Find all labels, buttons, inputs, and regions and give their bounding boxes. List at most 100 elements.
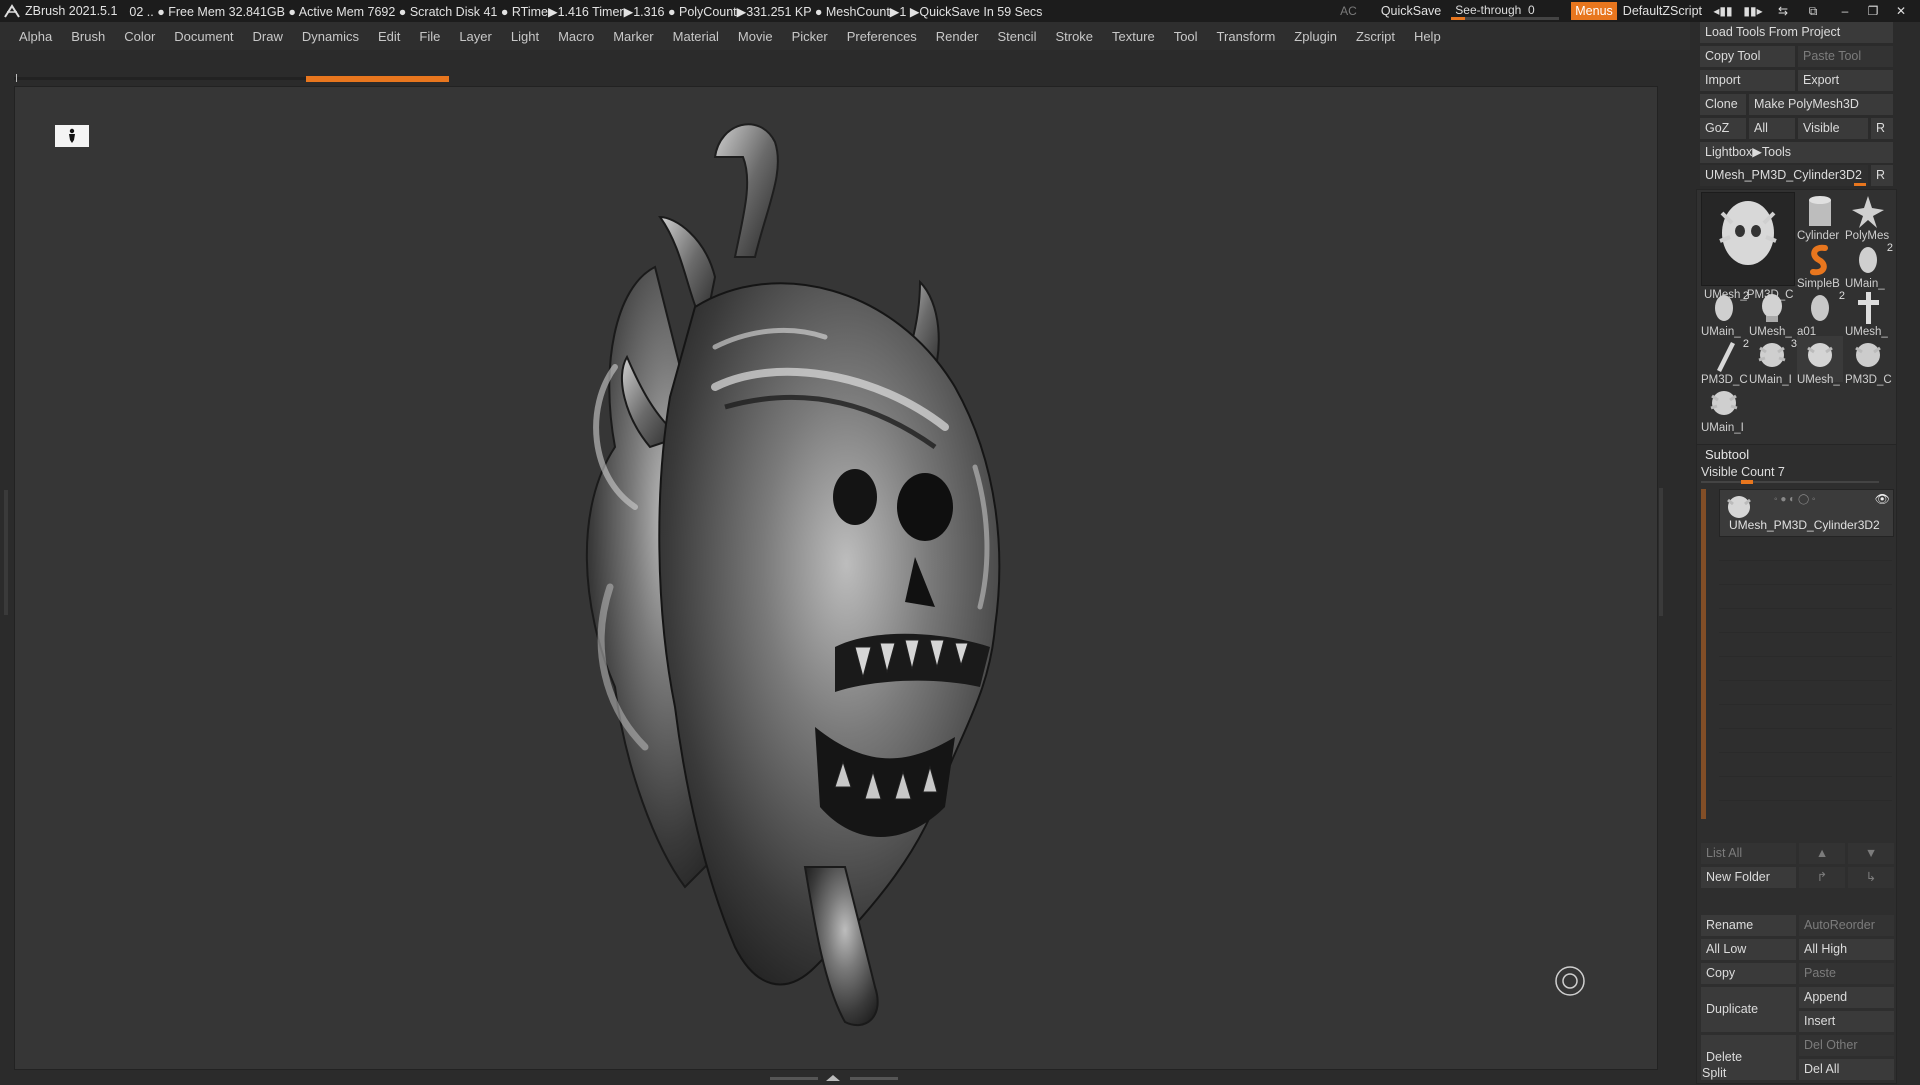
autoreorder-button[interactable]: AutoReorder	[1799, 915, 1894, 936]
export-button[interactable]: Export	[1798, 70, 1893, 91]
goz-all-button[interactable]: All	[1749, 118, 1795, 139]
document-canvas[interactable]	[14, 86, 1658, 1070]
tool-thumb-pm3d-2[interactable]: PM3D_C	[1845, 336, 1892, 386]
ui-layout-left-icon[interactable]: ◂▮▮	[1712, 3, 1734, 19]
append-button[interactable]: Append	[1799, 987, 1894, 1008]
tool-thumb-umain-i-2[interactable]: UMain_I	[1701, 384, 1747, 434]
menu-document[interactable]: Document	[162, 29, 240, 44]
insert-button[interactable]: Insert	[1799, 1011, 1894, 1032]
menu-layer[interactable]: Layer	[447, 29, 499, 44]
ac-button[interactable]: AC	[1340, 4, 1357, 18]
progress-bar-fill	[306, 76, 449, 82]
move-up-folder-icon[interactable]: ↱	[1799, 867, 1845, 888]
list-all-button[interactable]: List All	[1701, 843, 1796, 864]
gizmo-target-icon[interactable]	[1554, 965, 1586, 997]
visible-count-label: Visible Count 7	[1701, 465, 1785, 479]
tool-thumb-umesh-cross[interactable]: UMesh_	[1845, 288, 1891, 338]
menu-brush[interactable]: Brush	[59, 29, 112, 44]
copy-subtool-button[interactable]: Copy	[1701, 963, 1796, 984]
goz-button[interactable]: GoZ	[1700, 118, 1746, 139]
eye-icon[interactable]: 👁	[1875, 492, 1890, 506]
goz-r-button[interactable]: R	[1871, 118, 1893, 139]
menu-help[interactable]: Help	[1402, 29, 1448, 44]
subtool-scrollbar[interactable]	[1701, 489, 1706, 819]
menu-light[interactable]: Light	[499, 29, 546, 44]
quicksave-button[interactable]: QuickSave	[1381, 4, 1441, 18]
menu-draw[interactable]: Draw	[241, 29, 290, 44]
tool-r-button[interactable]: R	[1871, 165, 1893, 186]
paste-tool-button[interactable]: Paste Tool	[1798, 46, 1893, 67]
menu-material[interactable]: Material	[661, 29, 726, 44]
del-all-button[interactable]: Del All	[1799, 1059, 1894, 1080]
menu-marker[interactable]: Marker	[601, 29, 660, 44]
new-folder-button[interactable]: New Folder	[1701, 867, 1796, 888]
tool-thumb-pm3d[interactable]: 2 PM3D_C	[1701, 336, 1749, 386]
menu-macro[interactable]: Macro	[546, 29, 601, 44]
menu-color[interactable]: Color	[112, 29, 162, 44]
title-bar: ZBrush 2021.5.1 02 .. ● Free Mem 32.841G…	[0, 0, 1920, 22]
cycle-layout-icon[interactable]: ⧉	[1802, 3, 1824, 19]
minimize-icon[interactable]: ‒	[1834, 3, 1856, 19]
ui-layout-right-icon[interactable]: ▮▮▸	[1742, 3, 1764, 19]
menu-alpha[interactable]: Alpha	[0, 29, 59, 44]
subtool-title[interactable]: Subtool	[1705, 447, 1749, 462]
tool-thumb-a01[interactable]: 2 a01	[1797, 288, 1845, 338]
menu-render[interactable]: Render	[924, 29, 986, 44]
visible-count-slider[interactable]	[1701, 481, 1879, 483]
tool-thumb-umain-2[interactable]: 2 UMain_	[1701, 288, 1749, 338]
menu-stencil[interactable]: Stencil	[985, 29, 1043, 44]
tool-thumb-umain-i[interactable]: 3 UMain_I	[1749, 336, 1797, 386]
tool-thumbnail-palette: UMesh_PM3D_C Cylinder PolyMes SimpleB 2 …	[1696, 189, 1897, 451]
make-polymesh3d-button[interactable]: Make PolyMesh3D	[1749, 94, 1893, 115]
left-tray-handle[interactable]	[4, 490, 8, 615]
del-other-button[interactable]: Del Other	[1799, 1035, 1894, 1056]
load-tools-from-project-button[interactable]: Load Tools From Project	[1700, 22, 1893, 43]
lightbox-tools-button[interactable]: Lightbox▶Tools	[1700, 142, 1893, 163]
menu-movie[interactable]: Movie	[726, 29, 780, 44]
close-icon[interactable]: ✕	[1890, 3, 1912, 19]
subtool-visibility-icons[interactable]: ◦ ● ◐ ◯ ◦	[1774, 494, 1815, 505]
copy-tool-button[interactable]: Copy Tool	[1700, 46, 1795, 67]
tool-thumb-umain[interactable]: 2 UMain_	[1845, 240, 1893, 290]
menu-tool[interactable]: Tool	[1162, 29, 1205, 44]
tool-thumb-umesh[interactable]: UMesh_	[1749, 288, 1795, 338]
right-tray-handle[interactable]	[1659, 488, 1663, 616]
swap-layout-icon[interactable]: ⇆	[1772, 3, 1794, 19]
menu-preferences[interactable]: Preferences	[835, 29, 924, 44]
paste-subtool-button[interactable]: Paste	[1799, 963, 1894, 984]
restore-icon[interactable]: ❐	[1862, 3, 1884, 19]
menu-texture[interactable]: Texture	[1100, 29, 1162, 44]
rename-button[interactable]: Rename	[1701, 915, 1796, 936]
all-low-button[interactable]: All Low	[1701, 939, 1796, 960]
status-readout: 02 .. ● Free Mem 32.841GB ● Active Mem 7…	[129, 4, 1043, 19]
tool-thumb-umesh-selected[interactable]: UMesh_	[1797, 336, 1843, 386]
menu-zscript[interactable]: Zscript	[1344, 29, 1402, 44]
move-up-arrow-icon[interactable]: ▲	[1799, 843, 1845, 864]
subtool-item[interactable]: ◦ ● ◐ ◯ ◦ 👁 UMesh_PM3D_Cylinder3D2	[1719, 489, 1894, 537]
menu-stroke[interactable]: Stroke	[1043, 29, 1100, 44]
tool-thumb-simplebrush[interactable]: SimpleB	[1797, 240, 1843, 290]
tool-thumb-polymesh[interactable]: PolyMes	[1845, 192, 1891, 242]
default-zscript-button[interactable]: DefaultZScript	[1623, 4, 1702, 18]
move-down-folder-icon[interactable]: ↳	[1848, 867, 1894, 888]
move-down-arrow-icon[interactable]: ▼	[1848, 843, 1894, 864]
menus-toggle-button[interactable]: Menus	[1571, 2, 1617, 20]
menu-edit[interactable]: Edit	[366, 29, 407, 44]
menu-file[interactable]: File	[407, 29, 447, 44]
menu-dynamics[interactable]: Dynamics	[290, 29, 366, 44]
current-tool-thumbnail[interactable]: UMesh_PM3D_C	[1701, 192, 1795, 301]
all-high-button[interactable]: All High	[1799, 939, 1894, 960]
see-through-slider[interactable]: See-through 0	[1451, 0, 1560, 22]
menu-picker[interactable]: Picker	[780, 29, 835, 44]
split-section-header[interactable]: Split	[1702, 1066, 1726, 1080]
duplicate-button[interactable]: Duplicate	[1701, 987, 1796, 1032]
clone-button[interactable]: Clone	[1700, 94, 1746, 115]
import-button[interactable]: Import	[1700, 70, 1795, 91]
menu-zplugin[interactable]: Zplugin	[1282, 29, 1344, 44]
tool-thumb-cylinder[interactable]: Cylinder	[1797, 192, 1843, 242]
goz-visible-button[interactable]: Visible	[1798, 118, 1868, 139]
bottom-tray-handle[interactable]	[770, 1070, 900, 1081]
menu-transform[interactable]: Transform	[1205, 29, 1283, 44]
current-tool-slider[interactable]: UMesh_PM3D_Cylinder3D2	[1700, 165, 1868, 186]
zbrush-logo-icon	[3, 3, 21, 19]
